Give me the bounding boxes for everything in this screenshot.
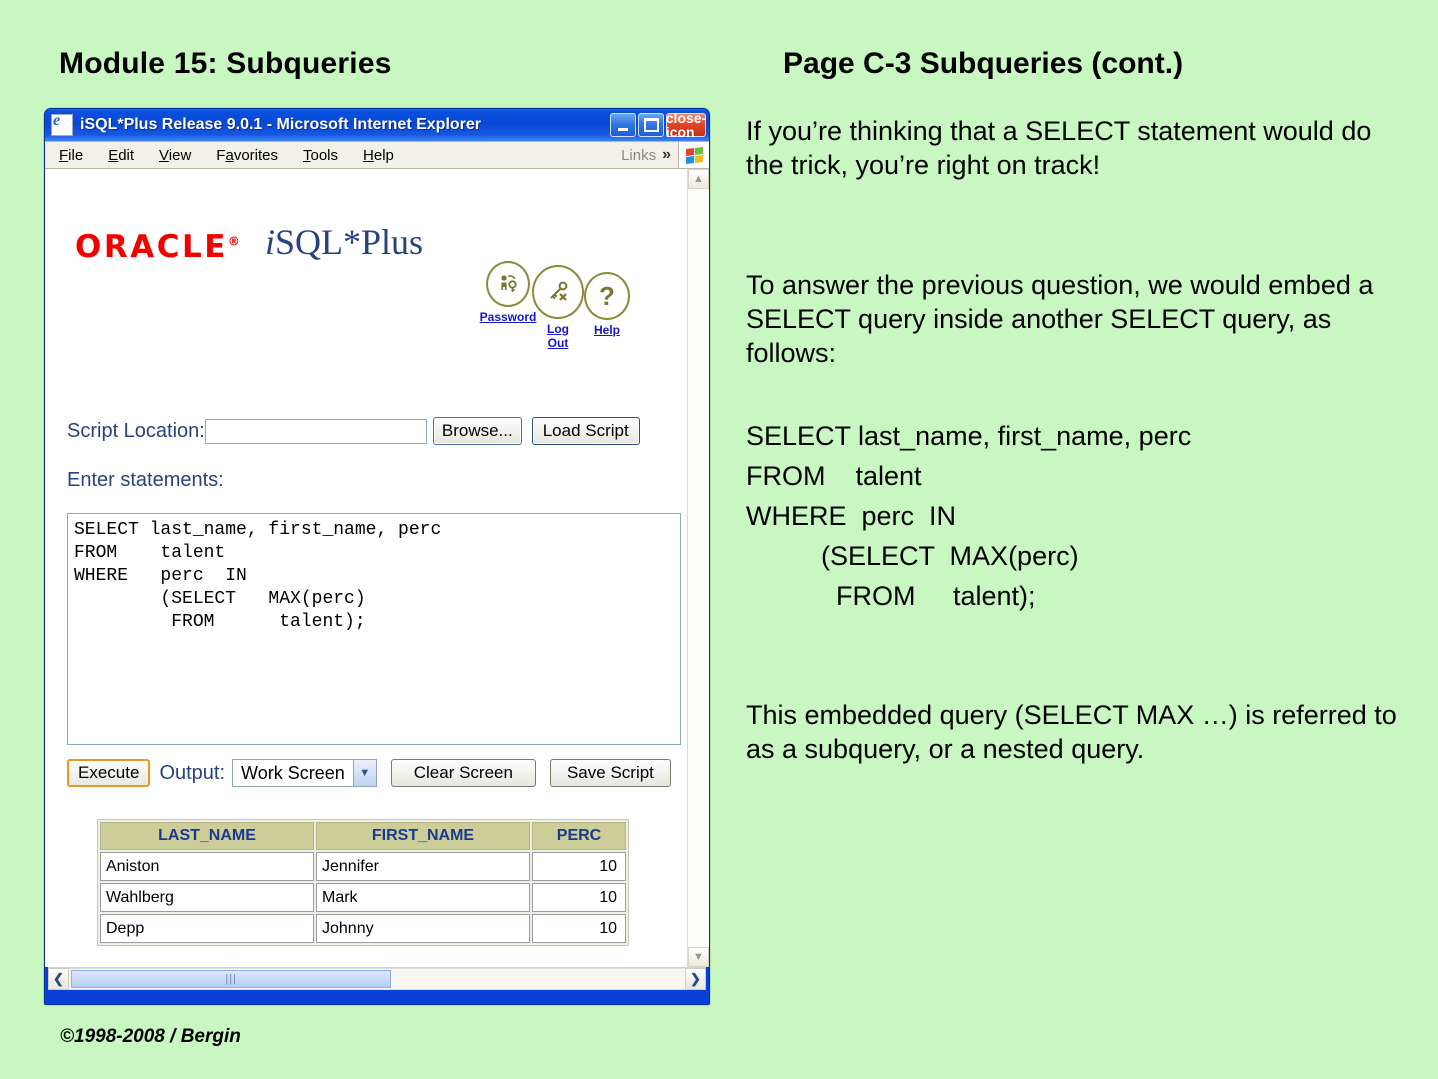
cell-first-name: Mark bbox=[316, 883, 530, 912]
cell-perc: 10 bbox=[532, 883, 626, 912]
execute-button[interactable]: Execute bbox=[67, 759, 151, 787]
help-question-icon: ? bbox=[584, 272, 630, 320]
menu-item-tools[interactable]: Tools bbox=[303, 147, 338, 164]
cell-last-name: Aniston bbox=[100, 852, 314, 881]
menu-item-view[interactable]: View bbox=[159, 147, 191, 164]
cell-first-name: Jennifer bbox=[316, 852, 530, 881]
column-header-first-name: FIRST_NAME bbox=[316, 822, 530, 850]
password-link[interactable]: Password bbox=[480, 261, 536, 324]
password-link-label: Password bbox=[479, 310, 537, 324]
chevron-down-icon[interactable]: ▼ bbox=[352, 760, 376, 786]
script-location-label: Script Location: bbox=[67, 419, 205, 442]
menu-item-help[interactable]: Help bbox=[363, 147, 394, 164]
vertical-scrollbar[interactable]: ▲ ▼ bbox=[687, 169, 709, 967]
logout-link[interactable]: Log Out bbox=[532, 265, 584, 350]
paragraph-explanation: To answer the previous question, we woul… bbox=[746, 270, 1381, 368]
browser-window: iSQL*Plus Release 9.0.1 - Microsoft Inte… bbox=[44, 108, 710, 1005]
close-icon: close-icon bbox=[665, 110, 707, 140]
password-key-icon bbox=[486, 261, 530, 307]
output-label: Output: bbox=[159, 761, 226, 784]
table-row: Aniston Jennifer 10 bbox=[100, 852, 626, 881]
menu-item-file[interactable]: File bbox=[59, 147, 83, 164]
table-header-row: LAST_NAME FIRST_NAME PERC bbox=[100, 822, 626, 850]
menu-bar: File Edit View Favorites Tools Help Link… bbox=[45, 141, 709, 169]
cell-first-name: Johnny bbox=[316, 914, 530, 943]
help-link-label: Help bbox=[593, 323, 620, 337]
scroll-right-button[interactable]: ❯ bbox=[685, 968, 706, 990]
column-header-last-name: LAST_NAME bbox=[100, 822, 314, 850]
windows-logo-icon bbox=[678, 142, 709, 168]
save-script-button[interactable]: Save Script bbox=[549, 759, 671, 787]
window-title-bar: iSQL*Plus Release 9.0.1 - Microsoft Inte… bbox=[45, 109, 709, 141]
menu-bar-right: Links » bbox=[617, 142, 709, 168]
links-label[interactable]: Links bbox=[617, 147, 660, 164]
isqlplus-page: ORACLE® iSQL*Plus Password Log Out ? Hel… bbox=[45, 169, 687, 967]
clear-screen-button[interactable]: Clear Screen bbox=[390, 759, 536, 787]
sql-code-sample: SELECT last_name, first_name, perc FROM … bbox=[746, 421, 1192, 611]
maximize-icon bbox=[643, 118, 659, 132]
cell-last-name: Wahlberg bbox=[100, 883, 314, 912]
help-link[interactable]: ? Help bbox=[580, 272, 634, 337]
ie-document-icon bbox=[51, 112, 73, 136]
page-viewport: ORACLE® iSQL*Plus Password Log Out ? Hel… bbox=[45, 169, 709, 967]
vertical-scroll-track[interactable] bbox=[688, 189, 709, 947]
browse-button[interactable]: Browse... bbox=[432, 417, 522, 445]
column-header-perc: PERC bbox=[532, 822, 626, 850]
sql-statement-textarea[interactable]: SELECT last_name, first_name, perc FROM … bbox=[67, 513, 681, 745]
scroll-down-button[interactable]: ▼ bbox=[688, 947, 709, 967]
isqlplus-wordmark: iSQL*Plus bbox=[265, 222, 424, 262]
page-title-right: Page C-3 Subqueries (cont.) bbox=[783, 47, 1184, 80]
menu-item-edit[interactable]: Edit bbox=[108, 147, 134, 164]
copyright-footer: ©1998-2008 / Bergin bbox=[60, 1026, 241, 1047]
minimize-icon bbox=[618, 127, 628, 131]
page-title-left: Module 15: Subqueries bbox=[59, 47, 392, 80]
horizontal-scroll-track[interactable]: ||| bbox=[69, 968, 685, 990]
cell-perc: 10 bbox=[532, 852, 626, 881]
close-button[interactable]: close-icon bbox=[665, 110, 707, 140]
table-row: Depp Johnny 10 bbox=[100, 914, 626, 943]
maximize-button[interactable] bbox=[638, 113, 664, 137]
scroll-left-button[interactable]: ❮ bbox=[48, 968, 69, 990]
scroll-up-button[interactable]: ▲ bbox=[688, 169, 709, 189]
menu-item-favorites[interactable]: Favorites bbox=[216, 147, 278, 164]
horizontal-scrollbar[interactable]: ❮ ||| ❯ bbox=[48, 967, 706, 990]
action-button-row: Execute Output: Work Screen ▼ Clear Scre… bbox=[67, 759, 671, 787]
chevron-double-right-icon[interactable]: » bbox=[660, 146, 678, 164]
query-results-table: LAST_NAME FIRST_NAME PERC Aniston Jennif… bbox=[97, 819, 629, 946]
load-script-button[interactable]: Load Script bbox=[531, 417, 640, 445]
header-icon-links: Password Log Out ? Help bbox=[480, 261, 634, 350]
table-row: Wahlberg Mark 10 bbox=[100, 883, 626, 912]
cell-perc: 10 bbox=[532, 914, 626, 943]
horizontal-scroll-thumb[interactable]: ||| bbox=[71, 970, 392, 988]
script-location-row: Script Location: Browse... Load Script bbox=[67, 417, 640, 445]
logout-link-label: Log Out bbox=[547, 322, 569, 350]
paragraph-definition: This embedded query (SELECT MAX …) is re… bbox=[746, 700, 1405, 764]
enter-statements-label: Enter statements: bbox=[67, 469, 224, 491]
minimize-button[interactable] bbox=[610, 113, 636, 137]
window-title-text: iSQL*Plus Release 9.0.1 - Microsoft Inte… bbox=[80, 116, 482, 133]
oracle-logo: ORACLE® bbox=[75, 229, 243, 265]
logout-key-icon bbox=[532, 265, 584, 319]
cell-last-name: Depp bbox=[100, 914, 314, 943]
output-select-value: Work Screen bbox=[241, 762, 345, 783]
output-select[interactable]: Work Screen ▼ bbox=[232, 759, 377, 787]
script-location-input[interactable] bbox=[204, 418, 427, 444]
paragraph-intro: If you’re thinking that a SELECT stateme… bbox=[746, 116, 1379, 180]
